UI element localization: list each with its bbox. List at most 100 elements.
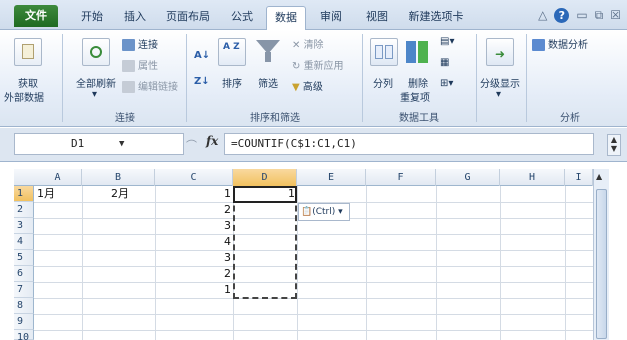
column-header-a[interactable]: A: [34, 169, 82, 186]
sort-button[interactable]: 排序: [222, 75, 242, 90]
outline-button[interactable]: 分级显示: [480, 75, 520, 90]
column-header-b[interactable]: B: [82, 169, 155, 186]
restore-icon[interactable]: ⧉: [595, 8, 604, 23]
reapply-label: 重新应用: [303, 61, 344, 72]
get-external-data-label2[interactable]: 外部数据: [4, 89, 44, 104]
tab-formulas[interactable]: 公式: [225, 6, 259, 30]
clipboard-icon: 📋: [301, 207, 313, 217]
outline-icon: ➜: [486, 38, 514, 66]
get-external-data-label[interactable]: 获取: [18, 75, 38, 90]
ribbon-minimize-icon[interactable]: △: [538, 8, 547, 23]
scroll-up-icon[interactable]: ▲: [596, 172, 602, 181]
clear-icon: ✕: [292, 40, 304, 51]
text-to-columns-button[interactable]: 分列: [373, 75, 393, 90]
chevron-down-icon: ▾: [335, 207, 343, 217]
edit-links-icon: [122, 81, 135, 93]
clear-button[interactable]: ✕ 清除: [292, 36, 324, 51]
group-separator: [186, 34, 187, 122]
tab-data[interactable]: 数据: [266, 6, 306, 31]
minimize-icon[interactable]: ▭: [576, 8, 587, 23]
grid-line: [34, 282, 593, 283]
tab-new-tab[interactable]: 新建选项卡: [404, 6, 468, 30]
connections-label: 连接: [138, 40, 158, 51]
group-label-connections: 连接: [115, 113, 135, 124]
tab-view[interactable]: 视图: [360, 6, 394, 30]
cell-d1[interactable]: 1: [233, 186, 297, 202]
column-header-i[interactable]: I: [565, 169, 593, 186]
scrollbar-thumb[interactable]: [596, 189, 607, 339]
name-box[interactable]: D1 ▼: [14, 133, 184, 155]
sort-descending-icon[interactable]: Z↓: [194, 76, 210, 87]
tab-home[interactable]: 开始: [76, 6, 108, 30]
column-header-f[interactable]: F: [366, 169, 436, 186]
grid-line: [34, 330, 593, 331]
row-header-8[interactable]: 8: [14, 298, 34, 314]
refresh-dropdown-icon[interactable]: ▾: [92, 89, 97, 100]
row-header-2[interactable]: 2: [14, 202, 34, 218]
cell-c4[interactable]: 4: [155, 234, 233, 250]
group-separator: [526, 34, 527, 122]
filter-icon: [254, 38, 282, 66]
tab-review[interactable]: 审阅: [314, 6, 348, 30]
properties-button[interactable]: 属性: [122, 57, 158, 72]
row-header-7[interactable]: 7: [14, 282, 34, 298]
tab-file[interactable]: 文件: [14, 5, 58, 27]
data-analysis-button[interactable]: 数据分析: [532, 36, 588, 51]
refresh-all-button[interactable]: 全部刷新: [76, 75, 116, 90]
sort-icon: A Z: [218, 38, 246, 66]
consolidate-icon[interactable]: ▦: [440, 57, 449, 68]
insert-function-icon[interactable]: fx: [206, 134, 218, 148]
grid-line: [34, 234, 593, 235]
cell-c6[interactable]: 2: [155, 266, 233, 282]
properties-label: 属性: [138, 61, 158, 72]
name-box-dropdown-icon[interactable]: ▼: [119, 134, 124, 154]
cell-c2[interactable]: 2: [155, 202, 233, 218]
properties-icon: [122, 60, 135, 72]
column-header-c[interactable]: C: [155, 169, 233, 186]
row-header-10[interactable]: 10: [14, 330, 34, 340]
name-box-value: D1: [71, 137, 85, 150]
filter-button[interactable]: 筛选: [258, 75, 278, 90]
edit-links-button[interactable]: 编辑链接: [122, 78, 178, 93]
tab-page-layout[interactable]: 页面布局: [160, 6, 216, 30]
row-header-6[interactable]: 6: [14, 266, 34, 282]
remove-duplicates-label2[interactable]: 重复项: [400, 89, 430, 104]
advanced-button[interactable]: ▼ 高级: [292, 78, 323, 93]
column-header-h[interactable]: H: [500, 169, 565, 186]
expand-formula-bar-icon[interactable]: ▲ ▼: [607, 134, 621, 156]
tab-insert[interactable]: 插入: [118, 6, 152, 30]
column-header-g[interactable]: G: [436, 169, 500, 186]
group-separator: [362, 34, 363, 122]
cell-c3[interactable]: 3: [155, 218, 233, 234]
cell-a1[interactable]: 1月: [35, 186, 82, 202]
cell-b1[interactable]: 2月: [109, 186, 155, 202]
sort-ascending-icon[interactable]: A↓: [194, 50, 210, 61]
column-header-e[interactable]: E: [297, 169, 366, 186]
data-validation-icon[interactable]: ▤▾: [440, 36, 454, 47]
row-header-5[interactable]: 5: [14, 250, 34, 266]
cell-c1[interactable]: 1: [155, 186, 233, 202]
row-header-4[interactable]: 4: [14, 234, 34, 250]
reapply-button[interactable]: ↻ 重新应用: [292, 57, 344, 72]
formula-input[interactable]: =COUNTIF(C$1:C1,C1): [224, 133, 594, 155]
row-header-3[interactable]: 3: [14, 218, 34, 234]
outline-dropdown-icon[interactable]: ▾: [496, 89, 501, 100]
column-header-d[interactable]: D: [233, 169, 297, 186]
help-icon[interactable]: ?: [554, 8, 570, 23]
close-icon[interactable]: ☒: [610, 8, 621, 23]
cancel-formula-icon[interactable]: ⌒: [186, 137, 197, 153]
connections-button[interactable]: 连接: [122, 36, 158, 51]
refresh-all-icon: [82, 38, 110, 66]
remove-duplicates-button[interactable]: 删除: [408, 75, 428, 90]
cell-c5[interactable]: 3: [155, 250, 233, 266]
cell-c7[interactable]: 1: [155, 282, 233, 298]
what-if-analysis-icon[interactable]: ⊞▾: [440, 78, 453, 89]
advanced-label: 高级: [302, 82, 323, 93]
paste-options-label: (Ctrl): [312, 207, 336, 217]
group-label-sort-filter: 排序和筛选: [250, 113, 300, 124]
text-to-columns-icon: [370, 38, 398, 66]
row-header-9[interactable]: 9: [14, 314, 34, 330]
paste-options-button[interactable]: 📋(Ctrl) ▾: [298, 203, 350, 221]
group-label-data-tools: 数据工具: [399, 113, 439, 124]
row-header-1[interactable]: 1: [14, 186, 34, 202]
